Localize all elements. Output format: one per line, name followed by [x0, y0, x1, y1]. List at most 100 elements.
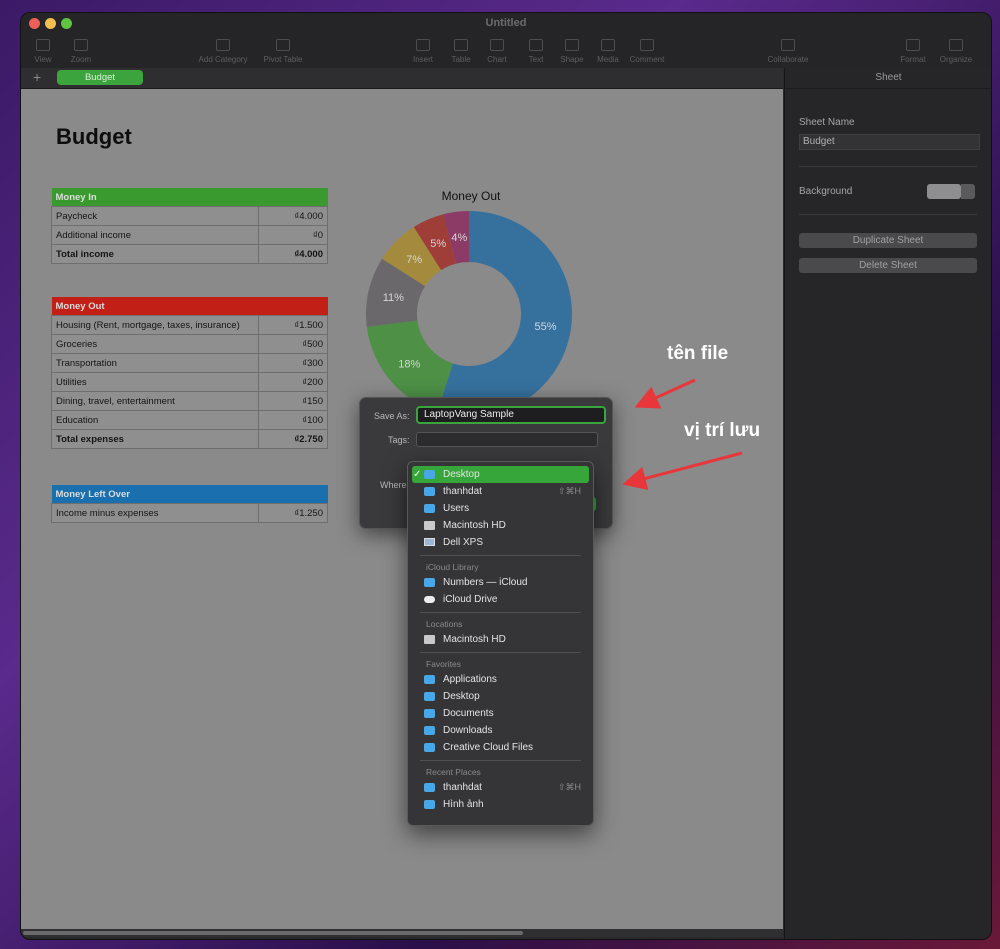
sheet-name-label: Sheet Name: [799, 117, 855, 128]
duplicate-sheet-button[interactable]: Duplicate Sheet: [799, 233, 977, 248]
save-as-input[interactable]: LaptopVang Sample: [416, 406, 606, 424]
background-color-well[interactable]: [927, 184, 961, 199]
pivot-table-icon: [276, 39, 290, 51]
row-label[interactable]: Income minus expenses: [51, 503, 259, 523]
money-in-table[interactable]: Money In Paycheck ₫4.000 Additional income ₫…: [51, 188, 328, 264]
laptop-icon: [424, 538, 435, 546]
menu-item-desktop[interactable]: Desktop: [412, 688, 589, 705]
collaborate-icon: [781, 39, 795, 51]
menu-item-applications[interactable]: Applications: [412, 671, 589, 688]
folder-icon: [424, 726, 435, 735]
tags-input[interactable]: [416, 432, 598, 447]
row-label[interactable]: Paycheck: [51, 206, 259, 226]
total-label[interactable]: Total expenses: [51, 429, 259, 449]
menu-item-label: iCloud Drive: [443, 594, 498, 605]
table-row: Additional income ₫0: [51, 225, 328, 245]
menu-item-desktop[interactable]: ✓ Desktop: [412, 466, 589, 483]
total-value[interactable]: ₫4.000: [258, 244, 328, 264]
shape-icon: [565, 39, 579, 51]
toolbar-zoom[interactable]: Zoom: [51, 39, 111, 64]
money-out-table[interactable]: Money Out Housing (Rent, mortgage, taxes,…: [51, 297, 328, 449]
row-label[interactable]: Education: [51, 410, 259, 430]
table-total-row: Total expenses ₫2.750: [51, 429, 328, 449]
delete-sheet-button[interactable]: Delete Sheet: [799, 258, 977, 273]
row-value[interactable]: ₫4.000: [258, 206, 328, 226]
row-label[interactable]: Transportation: [51, 353, 259, 373]
row-label[interactable]: Groceries: [51, 334, 259, 354]
toolbar-pivot-table[interactable]: Pivot Table: [253, 39, 313, 64]
row-label[interactable]: Utilities: [51, 372, 259, 392]
annotation-save-location: vị trí lưu: [684, 420, 761, 441]
table-header-row: Money In: [51, 188, 328, 207]
menu-item-label: Applications: [443, 674, 497, 685]
row-value[interactable]: ₫500: [258, 334, 328, 354]
menu-item-dell-xps[interactable]: Dell XPS: [412, 534, 589, 551]
page-title: Budget: [56, 124, 132, 149]
menu-item-thanhdat[interactable]: thanhdat ⇧⌘H: [412, 483, 589, 500]
insert-icon: [416, 39, 430, 51]
toolbar-organize[interactable]: Organize: [926, 39, 986, 64]
menu-section-header: Locations: [426, 619, 463, 629]
horizontal-scrollbar[interactable]: [21, 929, 783, 937]
row-value[interactable]: ₫300: [258, 353, 328, 373]
row-value[interactable]: ₫100: [258, 410, 328, 430]
table-header: Money Out: [51, 297, 328, 316]
row-label[interactable]: Additional income: [51, 225, 259, 245]
shortcut-label: ⇧⌘H: [557, 782, 581, 792]
folder-icon: [424, 504, 435, 513]
divider: [799, 166, 977, 167]
toolbar-label: Add Category: [198, 55, 248, 64]
location-popup-menu[interactable]: ✓ Desktop thanhdat ⇧⌘H Users Macintosh HD Dell…: [407, 461, 594, 826]
view-icon: [36, 39, 50, 51]
toolbar-label: Collaborate: [767, 55, 809, 64]
toolbar-collaborate[interactable]: Collaborate: [758, 39, 818, 64]
menu-item-h-nh-nh[interactable]: Hình ảnh: [412, 796, 589, 813]
total-value[interactable]: ₫2.750: [258, 429, 328, 449]
tab-budget[interactable]: Budget: [57, 70, 143, 85]
folder-icon: [424, 578, 435, 587]
format-icon: [906, 39, 920, 51]
row-value[interactable]: ₫1.250: [258, 503, 328, 523]
row-value[interactable]: ₫0: [258, 225, 328, 245]
menu-item-numbers-icloud[interactable]: Numbers — iCloud: [412, 574, 589, 591]
toolbar-comment[interactable]: Comment: [617, 39, 677, 64]
money-left-over-table[interactable]: Money Left Over Income minus expenses ₫1.2…: [51, 485, 328, 523]
total-label[interactable]: Total income: [51, 244, 259, 264]
table-header-row: Money Left Over: [51, 485, 328, 504]
checkmark-icon: ✓: [413, 469, 422, 480]
menu-item-thanhdat[interactable]: thanhdat ⇧⌘H: [412, 779, 589, 796]
menu-item-macintosh-hd[interactable]: Macintosh HD: [412, 517, 589, 534]
toolbar-add-category[interactable]: Add Category: [193, 39, 253, 64]
row-label[interactable]: Dining, travel, entertainment: [51, 391, 259, 411]
table-row: Dining, travel, entertainment ₫150: [51, 391, 328, 411]
add-sheet-button[interactable]: +: [33, 69, 41, 85]
chart-icon: [490, 39, 504, 51]
toolbar-label: Insert: [412, 55, 433, 64]
row-value[interactable]: ₫150: [258, 391, 328, 411]
menu-item-creative-cloud-files[interactable]: Creative Cloud Files: [412, 739, 589, 756]
color-picker-icon[interactable]: [961, 184, 975, 199]
slice-label: 7%: [406, 254, 422, 266]
row-label[interactable]: Housing (Rent, mortgage, taxes, insuranc…: [51, 315, 259, 335]
table-icon: [454, 39, 468, 51]
slice-label: 11%: [383, 292, 404, 304]
money-out-donut-chart[interactable]: 55% 18% 11% 7% 5% 4%: [359, 204, 579, 424]
row-value[interactable]: ₫1.500: [258, 315, 328, 335]
menu-item-macintosh-hd[interactable]: Macintosh HD: [412, 631, 589, 648]
table-header: Money Left Over: [51, 485, 328, 504]
slice-label: 4%: [451, 232, 467, 244]
table-header: Money In: [51, 188, 328, 207]
menu-item-documents[interactable]: Documents: [412, 705, 589, 722]
folder-icon: [424, 692, 435, 701]
row-value[interactable]: ₫200: [258, 372, 328, 392]
add-category-icon: [216, 39, 230, 51]
menu-item-downloads[interactable]: Downloads: [412, 722, 589, 739]
sheet-name-input[interactable]: Budget: [799, 134, 980, 150]
table-row: Housing (Rent, mortgage, taxes, insuranc…: [51, 315, 328, 335]
menu-item-label: Creative Cloud Files: [443, 742, 534, 753]
menu-item-users[interactable]: Users: [412, 500, 589, 517]
toolbar-label: Format: [900, 55, 926, 64]
menu-item-icloud-drive[interactable]: iCloud Drive: [412, 591, 589, 608]
sheet-tab-bar: + Budget: [21, 68, 783, 89]
slice-label: 5%: [430, 238, 446, 250]
